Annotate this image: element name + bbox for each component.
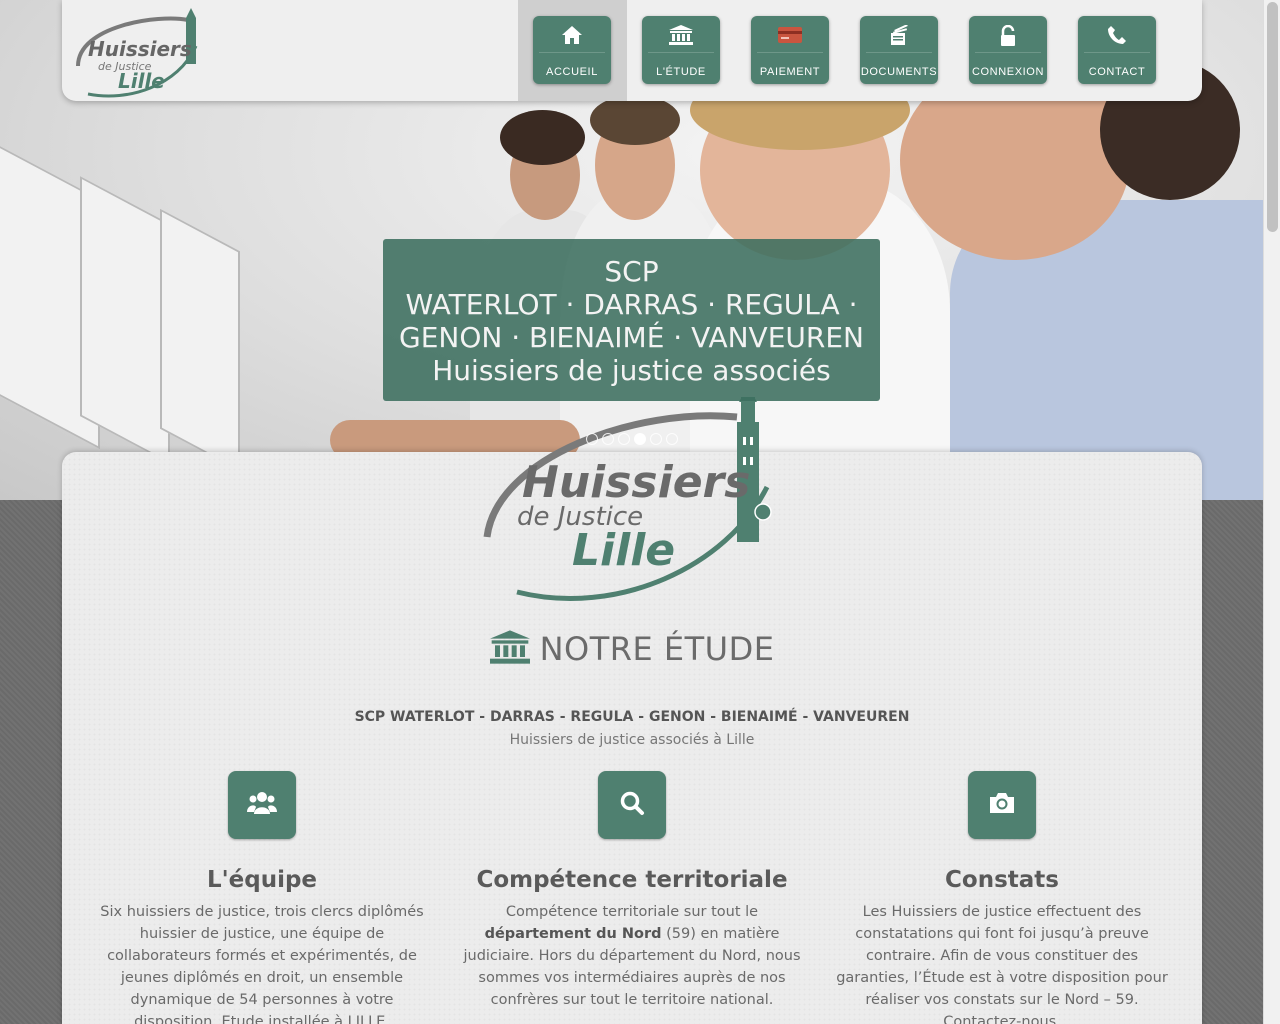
feature-text-bold: département du Nord — [484, 926, 662, 942]
nav-item-contact[interactable]: CONTACT — [1063, 0, 1172, 101]
hero-monitor — [160, 208, 240, 472]
nav-button-connexion[interactable]: CONNEXION — [969, 16, 1047, 84]
nav-button-accueil[interactable]: ACCUEIL — [533, 16, 611, 84]
hero-caption: SCP WATERLOT · DARRAS · REGULA · GENON ·… — [383, 239, 880, 401]
nav-button-contact[interactable]: CONTACT — [1078, 16, 1156, 84]
feature-button[interactable] — [968, 771, 1036, 839]
feature-competence: Compétence territoriale Compétence terri… — [462, 771, 802, 1011]
logo-line3: Lille — [118, 69, 165, 93]
firm-name: SCP WATERLOT - DARRAS - REGULA - GENON -… — [354, 709, 910, 725]
feature-button[interactable] — [228, 771, 296, 839]
nav-label: PAIEMENT — [759, 66, 821, 78]
bank-icon — [489, 630, 530, 672]
camera-icon — [988, 791, 1016, 819]
slider-dot[interactable] — [602, 433, 614, 445]
section-title-text: NOTRE ÉTUDE — [539, 630, 775, 668]
nav-separator — [539, 52, 605, 53]
bank-icon — [642, 25, 720, 47]
nav-button-etude[interactable]: L'ÉTUDE — [642, 16, 720, 84]
slider-dot[interactable] — [666, 433, 678, 445]
main-logo-line1: Huissiers — [522, 457, 750, 508]
caption-line: GENON · BIENAIMÉ · VANVEUREN — [399, 321, 864, 354]
nav-item-connexion[interactable]: CONNEXION — [954, 0, 1063, 101]
scrollbar-thumb[interactable] — [1267, 2, 1278, 232]
main-panel: Huissiers de Justice Lille NOTRE ÉTUDE S… — [62, 397, 1202, 1024]
feature-text-part: Compétence territoriale sur tout le — [505, 904, 759, 920]
feature-constats: Constats Les Huissiers de justice effect… — [832, 771, 1172, 1024]
nav-item-etude[interactable]: L'ÉTUDE — [627, 0, 736, 101]
nav-item-documents[interactable]: DOCUMENTS — [845, 0, 954, 101]
feature-text: Compétence territoriale sur tout le dépa… — [462, 901, 802, 1011]
nav-separator — [648, 52, 714, 53]
feature-title: L'équipe — [206, 867, 318, 893]
scrollbar[interactable] — [1263, 0, 1280, 1024]
nav-separator — [757, 52, 823, 53]
feature-text: Les Huissiers de justice effectuent des … — [836, 904, 1168, 1024]
feature-title: Constats — [945, 867, 1059, 893]
slider-dot[interactable] — [586, 433, 598, 445]
hero-monitor — [80, 176, 170, 464]
slider-dot-active[interactable] — [634, 433, 646, 445]
section-title: NOTRE ÉTUDE — [62, 630, 1202, 672]
feature-text: Six huissiers de justice, trois clercs d… — [100, 904, 424, 1024]
nav-label: CONTACT — [1088, 66, 1146, 78]
phone-icon — [1078, 25, 1156, 47]
site-header: Huissiers de Justice Lille ACCUEIL L'ÉTU… — [62, 0, 1202, 101]
nav-label: DOCUMENTS — [860, 66, 938, 78]
unlock-icon — [969, 25, 1047, 47]
logo-line1: Huissiers — [88, 37, 192, 61]
slider-dot[interactable] — [650, 433, 662, 445]
hero-person — [590, 95, 680, 145]
nav-button-documents[interactable]: DOCUMENTS — [860, 16, 938, 84]
caption-line: Huissiers de justice associés — [432, 354, 831, 387]
site-logo[interactable]: Huissiers de Justice Lille — [68, 6, 208, 100]
nav-separator — [1084, 52, 1150, 53]
feature-equipe: L'équipe Six huissiers de justice, trois… — [92, 771, 432, 1024]
firm-subtitle: Huissiers de justice associés à Lille — [509, 732, 755, 748]
nav-separator — [866, 52, 932, 53]
nav-item-accueil[interactable]: ACCUEIL — [518, 0, 627, 101]
home-icon — [533, 25, 611, 47]
nav-label: L'ÉTUDE — [656, 66, 706, 78]
slider-dots — [586, 433, 678, 445]
feature-title: Compétence territoriale — [476, 867, 788, 893]
documents-icon — [860, 25, 938, 47]
main-logo: Huissiers de Justice Lille — [483, 397, 772, 601]
main-logo-line3: Lille — [572, 525, 675, 576]
feature-button[interactable] — [598, 771, 666, 839]
credit-card-icon — [751, 25, 829, 47]
nav-button-paiement[interactable]: PAIEMENT — [751, 16, 829, 84]
caption-line: WATERLOT · DARRAS · REGULA · — [405, 288, 858, 321]
nav-label: CONNEXION — [971, 66, 1045, 78]
nav-item-paiement[interactable]: PAIEMENT — [736, 0, 845, 101]
users-icon — [247, 790, 277, 820]
slider-dot[interactable] — [618, 433, 630, 445]
nav-separator — [975, 52, 1041, 53]
caption-line: SCP — [604, 255, 659, 288]
main-nav: ACCUEIL L'ÉTUDE PAIEMENT DOCUMENTS CONNE… — [518, 0, 1172, 101]
hero-person — [500, 110, 585, 165]
nav-label: ACCUEIL — [546, 66, 598, 78]
search-icon — [619, 790, 645, 820]
